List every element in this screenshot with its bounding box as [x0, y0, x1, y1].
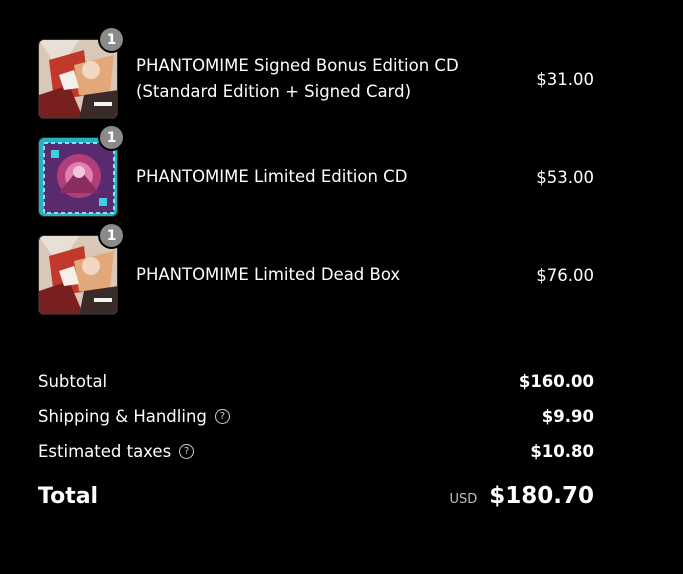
- shipping-label: Shipping & Handling: [38, 407, 207, 426]
- subtotal-value: $160.00: [518, 372, 594, 391]
- total-amount: USD $180.70: [449, 483, 594, 509]
- line-item: 1 PHANTOMIME Signed Bonus Edition CD (St…: [38, 26, 594, 119]
- product-price: $76.00: [536, 265, 594, 285]
- taxes-value: $10.80: [530, 442, 594, 461]
- product-thumbnail-wrap: 1: [38, 124, 125, 217]
- product-name: PHANTOMIME Limited Dead Box: [136, 265, 401, 284]
- product-thumbnail-wrap: 1: [38, 222, 125, 315]
- quantity-badge: 1: [98, 222, 125, 249]
- shipping-row: Shipping & Handling ? $9.90: [38, 399, 594, 434]
- shipping-label-wrap: Shipping & Handling ?: [38, 407, 230, 426]
- product-price: $31.00: [536, 69, 594, 89]
- subtotal-row: Subtotal $160.00: [38, 364, 594, 399]
- currency-code: USD: [449, 492, 478, 507]
- product-name: PHANTOMIME Limited Edition CD: [136, 167, 408, 186]
- subtotal-label: Subtotal: [38, 372, 108, 391]
- total-value: $180.70: [489, 483, 594, 509]
- order-line-items: 1 PHANTOMIME Signed Bonus Edition CD (St…: [38, 26, 594, 333]
- line-item: 1 PHANTOMIME Limited Edition CD $53.00: [38, 124, 594, 217]
- taxes-label: Estimated taxes: [38, 442, 172, 461]
- product-thumbnail-wrap: 1: [38, 26, 125, 119]
- question-circle-icon[interactable]: ?: [179, 444, 195, 459]
- product-name: PHANTOMIME Signed Bonus Edition CD (Stan…: [136, 56, 459, 101]
- order-summary: Subtotal $160.00 Shipping & Handling ? $…: [38, 364, 594, 514]
- shipping-value: $9.90: [541, 407, 594, 426]
- product-price: $53.00: [536, 167, 594, 187]
- total-label: Total: [38, 483, 99, 509]
- total-row: Total USD $180.70: [38, 478, 594, 514]
- line-item: 1 PHANTOMIME Limited Dead Box $76.00: [38, 222, 594, 315]
- taxes-label-wrap: Estimated taxes ?: [38, 442, 195, 461]
- taxes-row: Estimated taxes ? $10.80: [38, 434, 594, 469]
- question-circle-icon[interactable]: ?: [214, 409, 230, 424]
- quantity-badge: 1: [98, 26, 125, 53]
- quantity-badge: 1: [98, 124, 125, 151]
